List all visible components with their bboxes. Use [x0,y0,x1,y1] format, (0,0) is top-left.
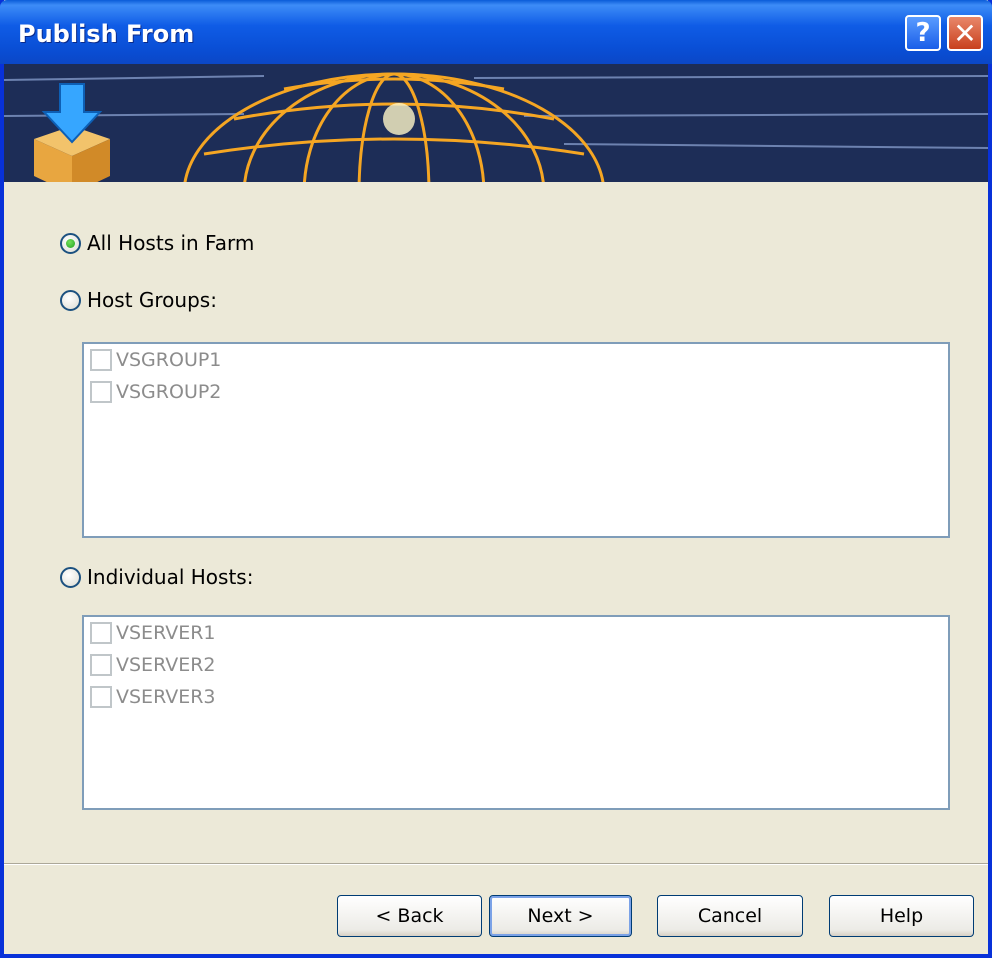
checkbox-icon[interactable] [90,381,112,403]
individual-hosts-list[interactable]: VSERVER1 VSERVER2 VSERVER3 [82,615,950,810]
checkbox-icon[interactable] [90,686,112,708]
host-group-label: VSGROUP1 [116,349,222,371]
banner [4,64,988,182]
footer-separator [4,863,988,865]
radio-button-icon[interactable] [60,289,81,311]
radio-button-selected-icon[interactable] [60,232,81,254]
list-item[interactable]: VSGROUP2 [84,376,948,408]
individual-hosts-label: Individual Hosts: [87,565,254,589]
list-item[interactable]: VSERVER3 [84,681,948,713]
back-button[interactable]: < Back [337,895,482,937]
host-groups-label: Host Groups: [87,288,217,312]
dialog-content: All Hosts in Farm Host Groups: VSGROUP1 … [4,182,988,954]
list-item[interactable]: VSGROUP1 [84,344,948,376]
title-bar: Publish From ? ✕ [0,0,992,64]
host-groups-list[interactable]: VSGROUP1 VSGROUP2 [82,342,950,538]
individual-hosts-radio[interactable]: Individual Hosts: [60,565,253,589]
question-icon: ? [915,18,931,48]
host-group-label: VSGROUP2 [116,381,222,403]
all-hosts-radio[interactable]: All Hosts in Farm [60,231,254,255]
close-icon: ✕ [953,16,977,50]
host-groups-radio[interactable]: Host Groups: [60,288,217,312]
window-title: Publish From [18,20,195,48]
next-button[interactable]: Next > [489,895,632,937]
host-label: VSERVER1 [116,622,216,644]
host-label: VSERVER2 [116,654,216,676]
banner-graphic [4,72,988,182]
help-button[interactable]: Help [829,895,974,937]
checkbox-icon[interactable] [90,349,112,371]
list-item[interactable]: VSERVER1 [84,617,948,649]
list-item[interactable]: VSERVER2 [84,649,948,681]
checkbox-icon[interactable] [90,622,112,644]
radio-button-icon[interactable] [60,566,81,588]
cancel-button[interactable]: Cancel [657,895,803,937]
publish-from-dialog: Publish From ? ✕ All Hosts in Farm Host … [0,0,992,958]
host-label: VSERVER3 [116,686,216,708]
close-title-button[interactable]: ✕ [947,15,983,51]
all-hosts-label: All Hosts in Farm [87,231,255,255]
checkbox-icon[interactable] [90,654,112,676]
help-title-button[interactable]: ? [905,15,941,51]
download-box-icon [34,83,110,182]
